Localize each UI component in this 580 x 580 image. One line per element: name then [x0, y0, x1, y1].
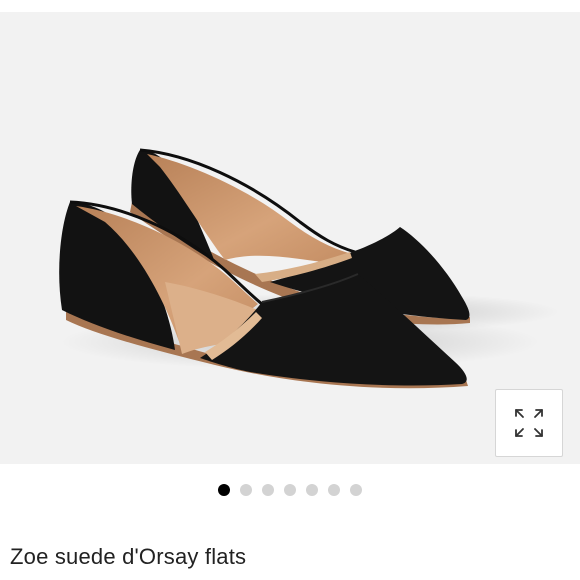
- gallery-dot-3[interactable]: [262, 484, 274, 496]
- product-photo: [59, 148, 560, 389]
- top-strip: [0, 0, 580, 12]
- gallery-dot-1[interactable]: [218, 484, 230, 496]
- expand-arrows-icon: [515, 409, 543, 437]
- product-image-area[interactable]: [0, 12, 580, 464]
- gallery-dot-7[interactable]: [350, 484, 362, 496]
- gallery-pagination: [0, 484, 580, 496]
- gallery-dot-6[interactable]: [328, 484, 340, 496]
- gallery-dot-5[interactable]: [306, 484, 318, 496]
- gallery-dot-2[interactable]: [240, 484, 252, 496]
- product-title: Zoe suede d'Orsay flats: [10, 544, 247, 569]
- gallery-dot-4[interactable]: [284, 484, 296, 496]
- expand-button[interactable]: [495, 389, 563, 457]
